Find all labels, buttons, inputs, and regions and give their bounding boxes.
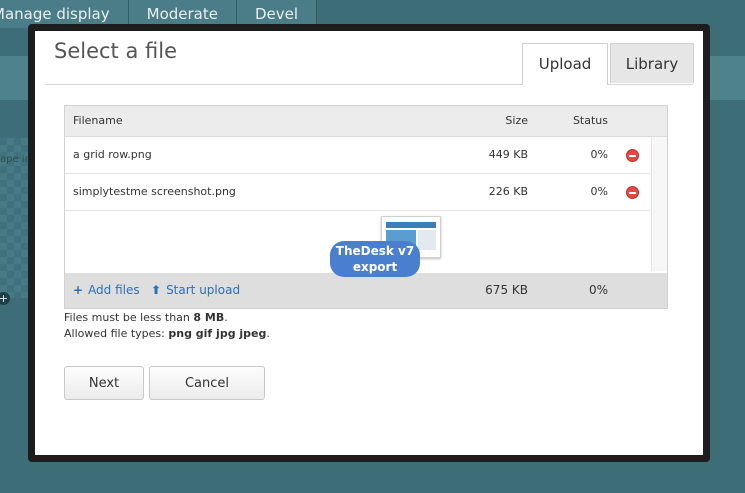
remove-icon[interactable]	[626, 186, 639, 199]
tab-upload[interactable]: Upload	[522, 43, 608, 85]
watermark-line2: export	[352, 260, 398, 274]
file-size: 226 KB	[488, 185, 528, 198]
export-watermark: TheDesk v7 export	[330, 241, 420, 277]
file-name: a grid row.png	[73, 148, 152, 161]
size-limit-hint: Files must be less than 8 MB.	[64, 311, 228, 324]
remove-icon[interactable]	[626, 149, 639, 162]
next-button[interactable]: Next	[64, 366, 144, 400]
file-types-hint: Allowed file types: png gif jpg jpeg.	[64, 327, 270, 340]
tab-library[interactable]: Library	[610, 43, 694, 83]
file-types-value: png gif jpg jpeg	[168, 327, 267, 340]
file-list-scrollbar[interactable]	[651, 137, 667, 271]
plus-icon: +	[73, 283, 84, 297]
arrow-up-icon: ⬆	[151, 283, 162, 297]
column-status: Status	[572, 114, 608, 127]
file-name: simplytestme screenshot.png	[73, 185, 236, 198]
total-status: 0%	[588, 283, 608, 297]
watermark-line1: TheDesk v7	[335, 244, 415, 258]
types-hint-suffix: .	[266, 327, 270, 340]
file-list-footer: + Add files ⬆ Start upload 675 KB 0%	[65, 273, 667, 308]
cancel-button[interactable]: Cancel	[149, 366, 265, 400]
dialog-title: Select a file	[54, 39, 177, 63]
start-upload-label: Start upload	[166, 283, 241, 297]
file-status: 0%	[590, 148, 608, 161]
add-files-button[interactable]: + Add files	[73, 273, 140, 308]
file-status: 0%	[590, 185, 608, 198]
background-plus-icon: +	[0, 292, 10, 305]
column-filename: Filename	[73, 114, 123, 127]
add-files-label: Add files	[88, 283, 140, 297]
types-hint-prefix: Allowed file types:	[64, 327, 169, 340]
size-hint-prefix: Files must be less than	[64, 311, 194, 324]
file-list-header: Filename Size Status	[65, 106, 667, 137]
start-upload-button[interactable]: ⬆ Start upload	[151, 273, 240, 308]
file-list: Filename Size Status a grid row.png 449 …	[64, 105, 668, 309]
column-size: Size	[505, 114, 528, 127]
size-hint-suffix: .	[224, 311, 228, 324]
file-row: simplytestme screenshot.png 226 KB 0%	[65, 174, 650, 211]
file-size: 449 KB	[488, 148, 528, 161]
file-row: a grid row.png 449 KB 0%	[65, 137, 650, 174]
size-limit-value: 8 MB	[193, 311, 225, 324]
total-size: 675 KB	[485, 283, 528, 297]
